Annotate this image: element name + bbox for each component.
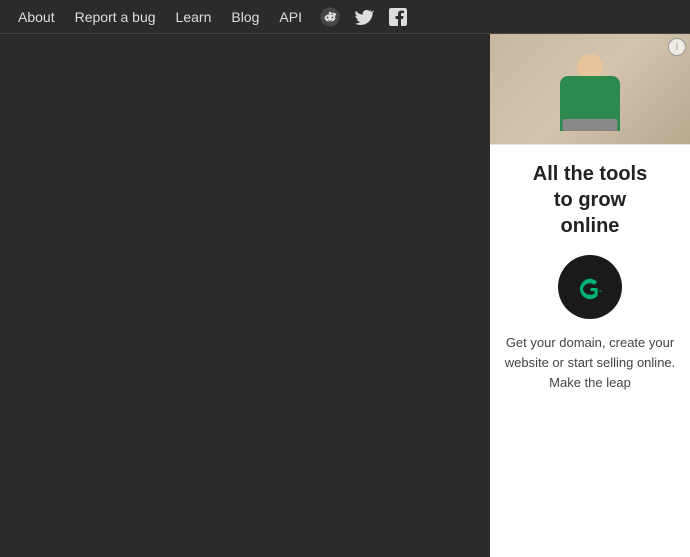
reddit-icon[interactable] xyxy=(316,3,344,31)
ad-sidebar: i All the tools to grow online ™ Get yo xyxy=(490,34,690,557)
main-layout: i All the tools to grow online ™ Get yo xyxy=(0,34,690,557)
ad-headline-line2: to grow xyxy=(554,189,626,211)
ad-headline-line3: online xyxy=(561,215,620,237)
ad-person-figure xyxy=(490,34,690,144)
content-area xyxy=(0,34,490,557)
nav-link-api[interactable]: API xyxy=(269,0,312,34)
ad-headline-line1: All the tools xyxy=(533,163,647,185)
svg-text:™: ™ xyxy=(598,289,602,294)
nav-link-blog[interactable]: Blog xyxy=(221,0,269,34)
nav-link-about[interactable]: About xyxy=(8,0,65,34)
person-laptop xyxy=(563,119,618,131)
nav-link-report-bug[interactable]: Report a bug xyxy=(65,0,166,34)
facebook-icon[interactable] xyxy=(384,3,412,31)
godaddy-logo-icon: ™ xyxy=(569,266,611,308)
ad-image: i xyxy=(490,34,690,144)
ad-body-text: Get your domain, create your website or … xyxy=(504,333,676,393)
nav-link-learn[interactable]: Learn xyxy=(166,0,222,34)
ad-text-area: All the tools to grow online ™ Get your … xyxy=(490,145,690,405)
ad-headline: All the tools to grow online xyxy=(504,161,676,239)
ad-info-icon[interactable]: i xyxy=(668,38,686,56)
ad-logo[interactable]: ™ xyxy=(558,255,622,319)
person-silhouette xyxy=(550,54,630,144)
navbar: About Report a bug Learn Blog API xyxy=(0,0,690,34)
twitter-icon[interactable] xyxy=(350,3,378,31)
social-icons xyxy=(316,3,412,31)
